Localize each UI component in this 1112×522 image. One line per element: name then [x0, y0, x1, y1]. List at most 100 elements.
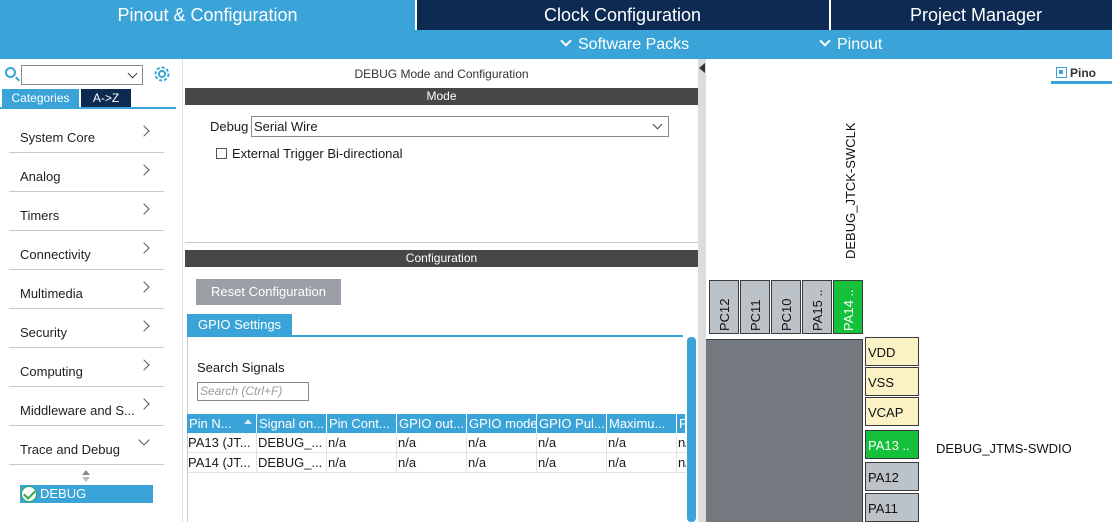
category-label: Analog [20, 169, 61, 184]
software-packs-menu[interactable]: Software Packs [560, 30, 690, 59]
mode-header: Mode [185, 88, 698, 105]
table-cell: n/a [607, 433, 677, 453]
column-signal[interactable]: Signal on... [257, 414, 327, 433]
pinout-view-panel: Pino DEBUG_JTCK-SWCLK PC12 PC11 PC10 PA1… [706, 59, 1112, 522]
swdio-signal-label: DEBUG_JTMS-SWDIO [936, 441, 1072, 456]
external-trigger-label: External Trigger Bi-directional [232, 146, 403, 161]
sort-icon[interactable] [81, 470, 91, 484]
table-cell: n/a [327, 433, 397, 453]
check-circle-icon [21, 486, 37, 502]
category-item-label: DEBUG [40, 486, 87, 501]
pin-pa14[interactable]: PA14 .. [833, 280, 863, 334]
category-search-input[interactable] [21, 65, 143, 85]
category-label: Multimedia [20, 286, 83, 301]
chevron-down-icon [652, 119, 663, 130]
search-icon[interactable] [5, 67, 16, 78]
pin-vcap[interactable]: VCAP [865, 397, 919, 426]
search-signals-input[interactable]: Search (Ctrl+F) [197, 382, 309, 401]
table-cell: n/ [678, 455, 686, 470]
pin-label: PC11 [748, 299, 763, 331]
chevron-down-icon [560, 35, 572, 47]
table-row[interactable]: PA14 (JT... DEBUG_... n/a n/a n/a n/a n/… [187, 453, 686, 473]
panel-splitter[interactable] [698, 59, 706, 522]
chevron-right-icon [138, 281, 150, 293]
column-label: Pin N... [189, 416, 232, 431]
chevron-down-icon[interactable] [127, 68, 138, 79]
pin-pa12[interactable]: PA12 [865, 462, 919, 491]
table-cell: PA13 (JT... [187, 433, 257, 453]
category-security[interactable]: Security [9, 310, 164, 348]
category-item-debug[interactable]: DEBUG [20, 485, 153, 503]
pin-pc10[interactable]: PC10 [771, 280, 801, 334]
column-gpio-pull[interactable]: GPIO Pul... [537, 414, 607, 433]
tab-project-manager[interactable]: Project Manager [831, 0, 1112, 30]
table-row[interactable]: PA13 (JT... DEBUG_... n/a n/a n/a n/a n/… [187, 433, 686, 453]
category-view-tabs: Categories A->Z [0, 89, 176, 109]
category-label: Computing [20, 364, 83, 379]
column-pin-context[interactable]: Pin Cont... [327, 414, 397, 433]
chevron-right-icon [138, 359, 150, 371]
category-middleware[interactable]: Middleware and S... [9, 388, 164, 426]
pin-label: PC12 [717, 298, 732, 331]
table-cell: n/ [678, 435, 686, 450]
pin-vdd[interactable]: VDD [865, 337, 919, 366]
category-connectivity[interactable]: Connectivity [9, 232, 164, 270]
table-cell: PA14 (JT... [187, 453, 257, 473]
category-label: Trace and Debug [20, 442, 120, 457]
top-tab-bar: Pinout & Configuration Clock Configurati… [0, 0, 1112, 30]
pinout-menu[interactable]: Pinout [819, 30, 883, 59]
debug-mode-select[interactable]: Serial Wire [251, 116, 669, 137]
external-trigger-checkbox[interactable] [216, 148, 227, 159]
collapse-left-icon[interactable] [699, 63, 705, 73]
vertical-scrollbar[interactable] [687, 337, 696, 522]
tab-clock-configuration[interactable]: Clock Configuration [417, 0, 828, 30]
chevron-right-icon [138, 398, 150, 410]
sub-menu-bar: Software Packs Pinout [0, 30, 1112, 59]
table-cell: n/a [537, 453, 607, 473]
pin-pa11[interactable]: PA11 [865, 493, 919, 522]
debug-mode-value: Serial Wire [254, 119, 318, 134]
column-gpio-output[interactable]: GPIO out... [397, 414, 467, 433]
pin-pa15[interactable]: PA15 .. [802, 280, 832, 334]
tab-pinout-configuration[interactable]: Pinout & Configuration [0, 0, 415, 30]
table-cell: DEBUG_... [257, 453, 327, 473]
table-cell: n/a [607, 453, 677, 473]
category-computing[interactable]: Computing [9, 349, 164, 387]
software-packs-label: Software Packs [578, 36, 690, 53]
tab-a-to-z[interactable]: A->Z [81, 89, 131, 107]
chevron-down-icon [138, 434, 150, 446]
chevron-right-icon [138, 203, 150, 215]
pin-pa13[interactable]: PA13 .. [865, 430, 919, 459]
pinout-label: Pinout [837, 36, 883, 53]
chevron-right-icon [138, 164, 150, 176]
chevron-right-icon [138, 320, 150, 332]
category-system-core[interactable]: System Core [9, 115, 164, 153]
category-label: Security [20, 325, 67, 340]
pin-pc12[interactable]: PC12 [709, 280, 739, 334]
tab-gpio-settings[interactable]: GPIO Settings [187, 314, 292, 335]
category-multimedia[interactable]: Multimedia [9, 271, 164, 309]
column-f[interactable]: F [677, 414, 686, 433]
category-analog[interactable]: Analog [9, 154, 164, 192]
pinout-view-label: Pino [1070, 66, 1096, 80]
column-maximum[interactable]: Maximu... [607, 414, 677, 433]
reset-configuration-button[interactable]: Reset Configuration [196, 279, 341, 305]
table-cell: n/a [397, 453, 467, 473]
table-cell: n/a [327, 453, 397, 473]
column-pin-name[interactable]: Pin N... [187, 414, 257, 433]
chevron-right-icon [138, 242, 150, 254]
pin-label: PC10 [779, 298, 794, 331]
pin-vss[interactable]: VSS [865, 367, 919, 396]
category-trace-and-debug[interactable]: Trace and Debug [9, 427, 164, 465]
category-label: Timers [20, 208, 60, 223]
tab-pinout-view[interactable]: Pino [1051, 64, 1112, 84]
table-cell: n/a [467, 433, 537, 453]
category-timers[interactable]: Timers [9, 193, 164, 231]
table-header: Pin N... Signal on... Pin Cont... GPIO o… [187, 414, 686, 433]
pin-pc11[interactable]: PC11 [740, 280, 770, 334]
gear-icon[interactable] [153, 65, 171, 83]
tab-categories[interactable]: Categories [2, 89, 79, 107]
column-gpio-mode[interactable]: GPIO mode [467, 414, 537, 433]
search-signals-label: Search Signals [197, 360, 285, 375]
category-label: System Core [20, 130, 96, 145]
